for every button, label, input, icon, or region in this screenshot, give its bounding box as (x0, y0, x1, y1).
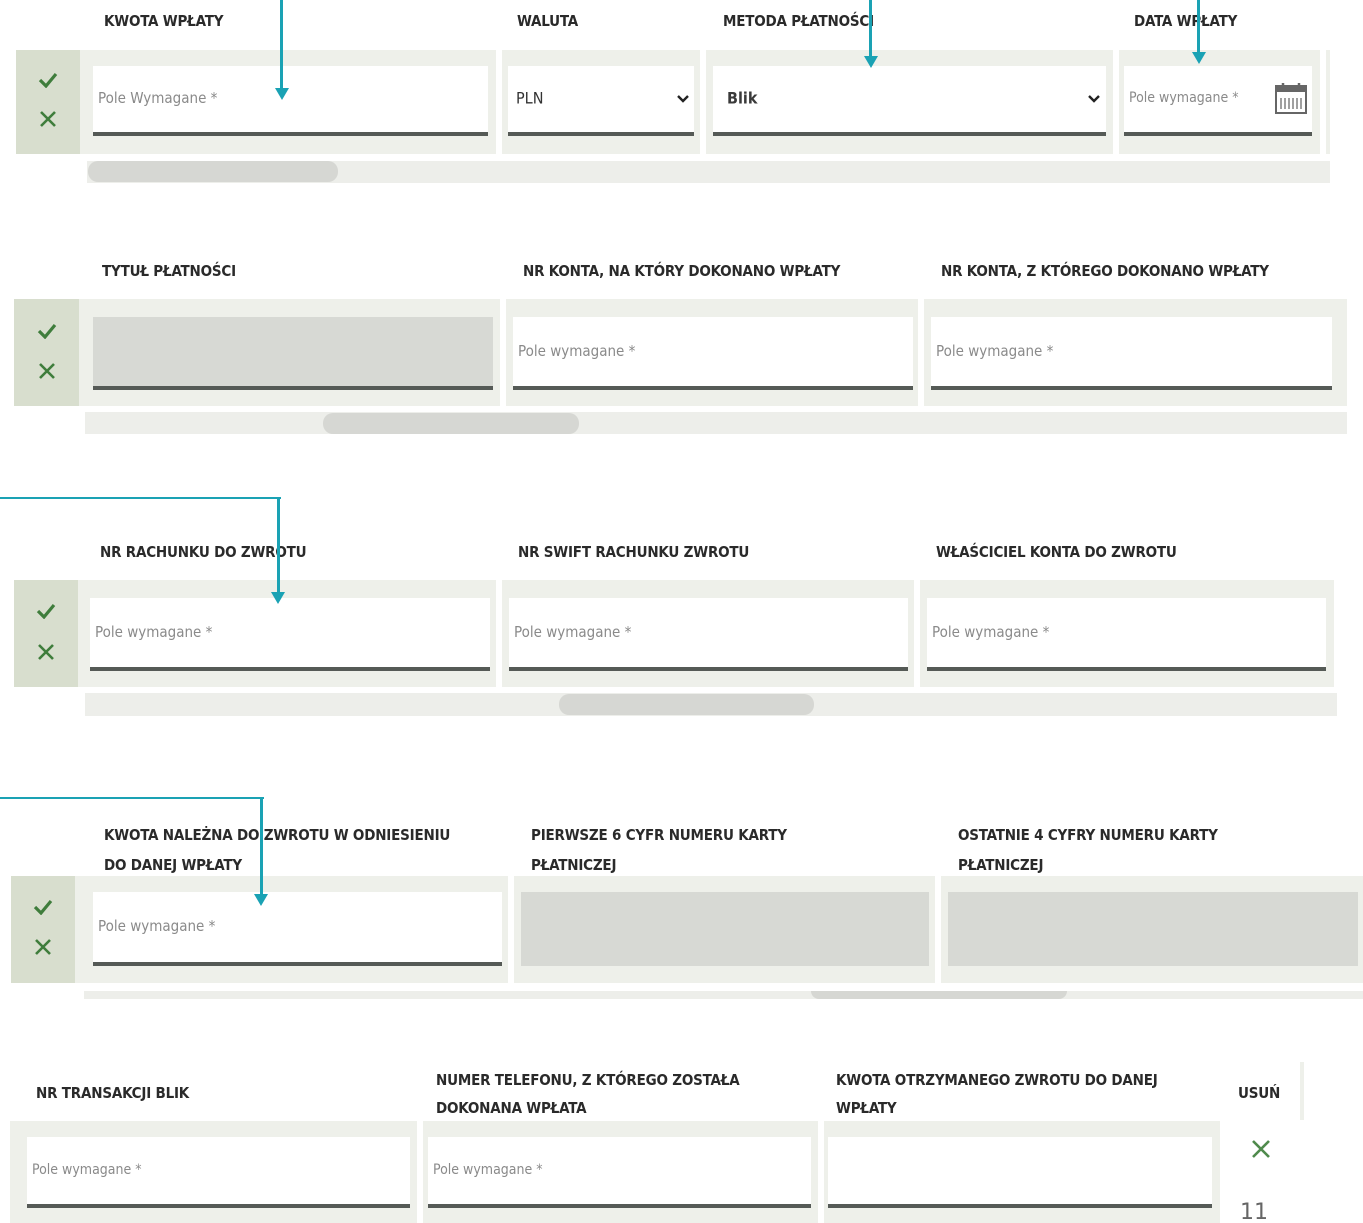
label-amount: KWOTA WPŁATY (104, 12, 224, 30)
label-currency: WALUTA (517, 12, 578, 30)
arrow-head (271, 592, 285, 604)
row-actions (16, 50, 80, 154)
refund-account-placeholder: Pole wymagane * (95, 622, 213, 641)
to-account-placeholder: Pole wymagane * (518, 341, 636, 360)
refund-amount-input[interactable]: Pole wymagane * (93, 892, 502, 966)
payment-method-value: Blik (727, 88, 758, 108)
horizontal-scrollbar[interactable] (85, 412, 1347, 434)
label-account-owner: WŁAŚCICIEL KONTA DO ZWROTU (936, 543, 1177, 561)
arrow-icon (280, 0, 283, 90)
arrow-icon (1197, 0, 1200, 52)
payment-method-select[interactable]: Blik (713, 66, 1106, 136)
check-icon[interactable] (38, 72, 58, 88)
phone-number-placeholder: Pole wymagane * (433, 1161, 543, 1178)
account-owner-input[interactable]: Pole wymagane * (927, 598, 1326, 671)
label-refund-account: NR RACHUNKU DO ZWROTU (100, 543, 307, 561)
label-phone-number: NUMER TELEFONU, Z KTÓREGO ZOSTAŁA DOKONA… (436, 1071, 740, 1117)
check-icon[interactable] (36, 603, 56, 619)
label-payment-date: DATA WPŁATY (1134, 12, 1238, 30)
card-last4-input (948, 892, 1358, 966)
label-card-first6: PIERWSZE 6 CYFR NUMERU KARTY PŁATNICZEJ (531, 826, 787, 874)
scrollbar-thumb[interactable] (323, 413, 579, 434)
row-actions (14, 580, 78, 687)
account-owner-placeholder: Pole wymagane * (932, 622, 1050, 641)
horizontal-scrollbar[interactable] (84, 991, 1363, 999)
scrollbar-thumb[interactable] (88, 161, 338, 182)
row-actions (11, 876, 75, 983)
swift-placeholder: Pole wymagane * (514, 622, 632, 641)
label-blik-transaction: NR TRANSAKCJI BLIK (36, 1084, 190, 1102)
amount-input[interactable]: Pole Wymagane * (93, 66, 488, 136)
label-payment-method: METODA PŁATNOŚCI (723, 12, 874, 30)
label-refund-amount: KWOTA NALEŻNA DO ZWROTU W ODNIESIENIU DO… (104, 826, 451, 874)
arrow-head (275, 88, 289, 100)
cell-divider (818, 1121, 824, 1223)
scrollbar-thumb[interactable] (559, 694, 814, 715)
label-from-account: NR KONTA, Z KTÓREGO DOKONANO WPŁATY (941, 262, 1269, 280)
arrow-head (864, 56, 878, 68)
cell-divider (496, 50, 502, 154)
swift-input[interactable]: Pole wymagane * (509, 598, 908, 671)
row-number: 11 (1240, 1200, 1268, 1223)
arrow-icon (0, 797, 264, 799)
refund-account-input[interactable]: Pole wymagane * (90, 598, 490, 671)
arrow-icon (260, 797, 263, 895)
cell-divider (500, 299, 506, 406)
cell-divider (935, 876, 941, 983)
close-icon[interactable] (37, 643, 55, 661)
arrow-head (1192, 52, 1206, 64)
cell-divider (1113, 50, 1119, 154)
cell-divider (1320, 50, 1326, 154)
payment-title-input (93, 317, 493, 390)
payment-date-input[interactable]: Pole wymagane * (1124, 66, 1312, 136)
currency-select[interactable]: PLN (508, 66, 694, 136)
label-payment-title: TYTUŁ PŁATNOŚCI (102, 262, 236, 280)
check-icon[interactable] (33, 899, 53, 915)
phone-number-input[interactable]: Pole wymagane * (428, 1137, 811, 1208)
currency-value: PLN (516, 88, 544, 108)
label-to-account: NR KONTA, NA KTÓRY DOKONANO WPŁATY (523, 262, 841, 280)
check-icon[interactable] (37, 323, 57, 339)
card-first6-input (521, 892, 929, 966)
label-received-refund: KWOTA OTRZYMANEGO ZWROTU DO DANEJ WPŁATY (836, 1071, 1158, 1117)
close-icon[interactable] (38, 362, 56, 380)
arrow-icon (277, 497, 280, 593)
arrow-icon (869, 0, 872, 56)
from-account-input[interactable]: Pole wymagane * (931, 317, 1332, 390)
chevron-down-icon (677, 95, 689, 103)
delete-header-cell-line (1300, 1062, 1304, 1120)
close-icon[interactable] (1250, 1138, 1272, 1160)
blik-transaction-input[interactable]: Pole wymagane * (27, 1137, 410, 1208)
row-actions (14, 299, 79, 406)
cell-divider (700, 50, 706, 154)
to-account-input[interactable]: Pole wymagane * (513, 317, 913, 390)
arrow-head (254, 894, 268, 906)
cell-divider (417, 1121, 423, 1223)
cell-divider (918, 299, 924, 406)
label-delete: USUŃ (1238, 1084, 1281, 1102)
amount-placeholder: Pole Wymagane * (98, 89, 218, 108)
close-icon[interactable] (39, 110, 57, 128)
cell-divider (508, 876, 514, 983)
close-icon[interactable] (34, 938, 52, 956)
from-account-placeholder: Pole wymagane * (936, 341, 1054, 360)
label-card-last4: OSTATNIE 4 CYFRY NUMERU KARTY PŁATNICZEJ (958, 826, 1218, 874)
received-refund-input[interactable] (828, 1137, 1212, 1208)
cell-divider (914, 580, 920, 687)
label-swift: NR SWIFT RACHUNKU ZWROTU (518, 543, 750, 561)
chevron-down-icon (1088, 95, 1100, 103)
blik-transaction-placeholder: Pole wymagane * (32, 1161, 142, 1178)
scrollbar-thumb[interactable] (811, 991, 1067, 999)
refund-amount-placeholder: Pole wymagane * (98, 917, 216, 936)
arrow-icon (0, 497, 281, 499)
payment-date-placeholder: Pole wymagane * (1129, 90, 1239, 107)
calendar-icon[interactable] (1274, 81, 1308, 115)
cell-divider (496, 580, 502, 687)
